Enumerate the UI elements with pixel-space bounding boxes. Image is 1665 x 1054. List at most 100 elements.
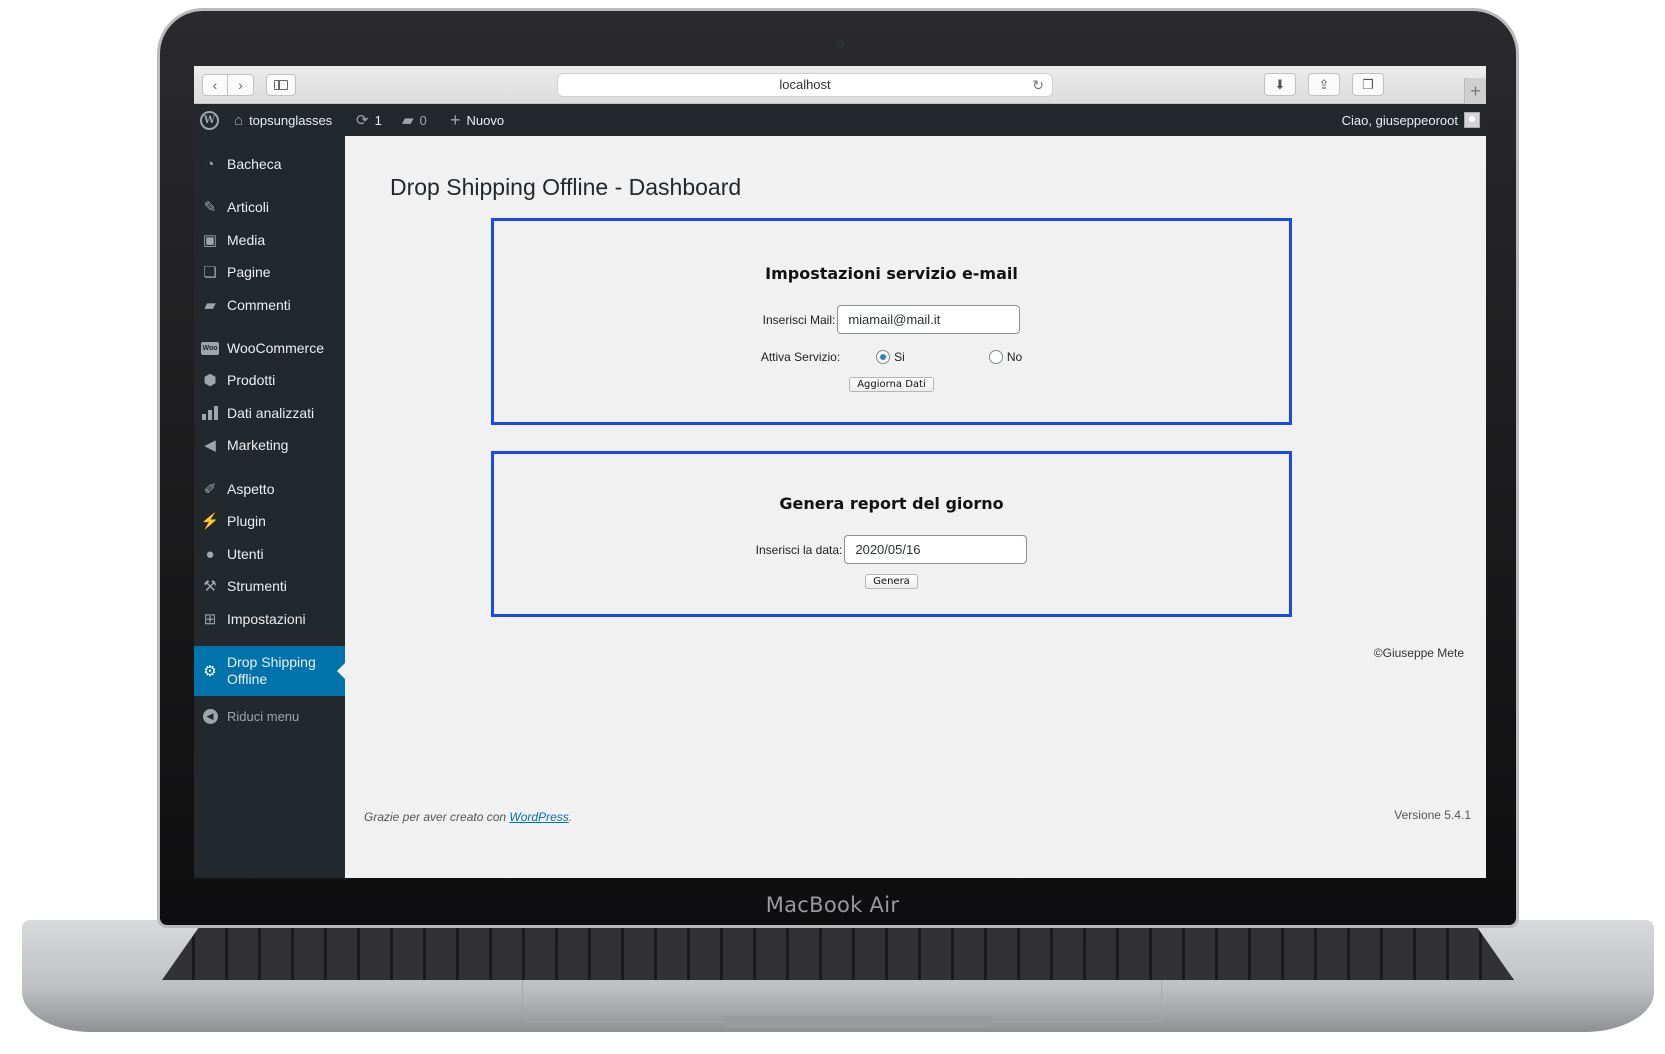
radio-si[interactable] bbox=[876, 350, 891, 364]
back-button[interactable]: ‹ bbox=[202, 74, 228, 96]
plus-icon: + bbox=[1470, 81, 1481, 101]
active-label-line1: Drop Shipping bbox=[227, 654, 316, 670]
sidebar-item-articoli[interactable]: ✎ Articoli bbox=[194, 190, 345, 224]
sidebar-item-dati-analizzati[interactable]: Dati analizzati bbox=[194, 396, 345, 430]
plug-icon: ⚡ bbox=[200, 513, 220, 530]
plus-icon: + bbox=[450, 109, 461, 130]
date-field[interactable]: 2020/05/16 bbox=[844, 535, 1028, 564]
sidebar-item-label: Commenti bbox=[227, 297, 291, 313]
laptop-base bbox=[22, 920, 1654, 1032]
footer-thanks-prefix: Grazie per aver creato con bbox=[364, 810, 507, 824]
screen: ‹ › localhost ↻ ⬇ ⇪ ❐ + W ⌂ topsunglasse… bbox=[194, 66, 1486, 878]
collapse-menu-button[interactable]: ◀ Riduci menu bbox=[194, 699, 345, 733]
sidebar-item-label: Impostazioni bbox=[227, 611, 306, 627]
pages-icon: ❏ bbox=[203, 264, 217, 281]
generate-row: Genera bbox=[494, 571, 1289, 589]
brush-icon: ✐ bbox=[203, 481, 217, 498]
avatar bbox=[1464, 112, 1480, 128]
address-bar[interactable]: localhost ↻ bbox=[557, 73, 1053, 97]
laptop-lid: ‹ › localhost ↻ ⬇ ⇪ ❐ + W ⌂ topsunglasse… bbox=[157, 8, 1519, 928]
reload-icon[interactable]: ↻ bbox=[1032, 74, 1044, 96]
chevron-left-icon: ‹ bbox=[212, 77, 218, 93]
sidebar-item-impostazioni[interactable]: ⊞ Impostazioni bbox=[194, 602, 345, 636]
sidebar-item-aspetto[interactable]: ✐ Aspetto bbox=[194, 472, 345, 506]
sidebar-item-label: Pagine bbox=[227, 264, 271, 280]
update-data-button[interactable]: Aggiorna Dati bbox=[849, 377, 934, 392]
comments-link[interactable]: ▰ 0 bbox=[402, 104, 427, 136]
wordpress-link[interactable]: WordPress bbox=[509, 810, 568, 824]
radio-no[interactable] bbox=[988, 350, 1003, 364]
service-label: Attiva Servizio: bbox=[760, 350, 841, 364]
sidebar-item-label: Plugin bbox=[227, 513, 266, 529]
sidebar-item-label: Articoli bbox=[227, 199, 270, 215]
sidebar-toggle-button[interactable] bbox=[266, 74, 296, 96]
comments-count: 0 bbox=[419, 112, 427, 128]
copyright-text: ©Giuseppe Mete bbox=[1373, 646, 1464, 660]
version-text: Versione 5.4.1 bbox=[1394, 808, 1471, 822]
sidebar-item-commenti[interactable]: ▰ Commenti bbox=[194, 288, 345, 322]
email-field[interactable]: miamail@mail.it bbox=[837, 305, 1021, 334]
sidebar-item-label: Drop Shipping Offline bbox=[227, 654, 316, 688]
sidebar-item-marketing[interactable]: ◀ Marketing bbox=[194, 428, 345, 462]
sidebar-item-label: Prodotti bbox=[227, 372, 276, 388]
sidebar-item-plugin[interactable]: ⚡ Plugin bbox=[194, 504, 345, 538]
download-icon: ⬇ bbox=[1274, 76, 1286, 92]
report-panel-heading: Genera report del giorno bbox=[779, 494, 1004, 513]
collapse-icon: ◀ bbox=[200, 706, 220, 726]
box-icon: ⬢ bbox=[203, 372, 217, 389]
wrench-icon: ⚒ bbox=[203, 578, 217, 595]
wp-logo-menu[interactable]: W bbox=[200, 104, 219, 136]
sidebar-item-bacheca[interactable]: ◔ Bacheca bbox=[194, 147, 345, 181]
site-name-link[interactable]: ⌂ topsunglasses bbox=[234, 104, 332, 136]
sidebar-item-pagine[interactable]: ❏ Pagine bbox=[194, 255, 345, 289]
sidebar-item-label: Strumenti bbox=[227, 578, 287, 594]
forward-button[interactable]: › bbox=[228, 74, 254, 96]
updates-count: 1 bbox=[374, 112, 382, 128]
new-content-link[interactable]: + Nuovo bbox=[450, 104, 504, 136]
admin-sidebar: ◔ Bacheca ✎ Articoli ▣ Media ❏ Pagine ▰ … bbox=[194, 136, 345, 878]
megaphone-icon: ◀ bbox=[204, 437, 216, 454]
refresh-icon: ⟳ bbox=[356, 112, 369, 129]
home-icon: ⌂ bbox=[234, 111, 244, 129]
comment-bubble-icon: ▰ bbox=[402, 112, 414, 129]
mail-label: Inserisci Mail: bbox=[762, 312, 836, 327]
sidebar-item-drop-shipping-offline[interactable]: ⚙ Drop Shipping Offline bbox=[194, 646, 345, 696]
email-settings-panel: Impostazioni servizio e-mail Inserisci M… bbox=[491, 218, 1292, 425]
new-tab-button[interactable]: + bbox=[1464, 78, 1486, 104]
tabs-button[interactable]: ❐ bbox=[1352, 73, 1384, 96]
chevron-right-icon: › bbox=[238, 77, 243, 93]
sidebar-item-woocommerce[interactable]: Woo WooCommerce bbox=[194, 331, 345, 365]
footer-thanks-suffix: . bbox=[568, 810, 573, 824]
nav-buttons: ‹ › bbox=[202, 74, 254, 96]
new-label: Nuovo bbox=[466, 112, 505, 128]
generate-button[interactable]: Genera bbox=[865, 574, 918, 589]
footer-thanks: Grazie per aver creato con WordPress. bbox=[364, 810, 572, 824]
sidebar-item-label: Media bbox=[227, 232, 266, 248]
browser-toolbar: ‹ › localhost ↻ ⬇ ⇪ ❐ + bbox=[194, 66, 1486, 104]
collapse-label: Riduci menu bbox=[227, 708, 300, 724]
sidebar-item-label: WooCommerce bbox=[227, 340, 324, 356]
date-row: Inserisci la data: 2020/05/16 bbox=[494, 535, 1289, 564]
radio-option-si[interactable]: Si bbox=[876, 350, 905, 364]
downloads-button[interactable]: ⬇ bbox=[1264, 73, 1296, 96]
sidebar-item-strumenti[interactable]: ⚒ Strumenti bbox=[194, 569, 345, 603]
service-row: Attiva Servizio: Si No bbox=[494, 350, 1289, 364]
sidebar-item-label: Bacheca bbox=[227, 156, 282, 172]
greeting: Ciao, giuseppeoroot bbox=[1341, 112, 1458, 128]
radio-option-no[interactable]: No bbox=[988, 350, 1022, 364]
date-field-value: 2020/05/16 bbox=[855, 542, 921, 557]
sidebar-item-media[interactable]: ▣ Media bbox=[194, 223, 345, 257]
account-menu[interactable]: Ciao, giuseppeoroot bbox=[1342, 104, 1480, 136]
user-icon: ● bbox=[205, 545, 215, 563]
updates-link[interactable]: ⟳ 1 bbox=[356, 104, 382, 136]
tabs-icon: ❐ bbox=[1362, 76, 1374, 92]
share-button[interactable]: ⇪ bbox=[1308, 73, 1340, 96]
pin-icon: ✎ bbox=[203, 199, 217, 216]
sidebar-item-label: Aspetto bbox=[227, 481, 275, 497]
sidebar-item-utenti[interactable]: ● Utenti bbox=[194, 537, 345, 571]
wordpress-logo-icon: W bbox=[200, 110, 219, 130]
admin-bar: W ⌂ topsunglasses ⟳ 1 ▰ 0 + Nuovo Ciao, … bbox=[194, 104, 1486, 136]
active-label-line2: Offline bbox=[227, 671, 268, 687]
sidebar-item-prodotti[interactable]: ⬢ Prodotti bbox=[194, 363, 345, 397]
bar-chart-icon bbox=[200, 403, 220, 423]
